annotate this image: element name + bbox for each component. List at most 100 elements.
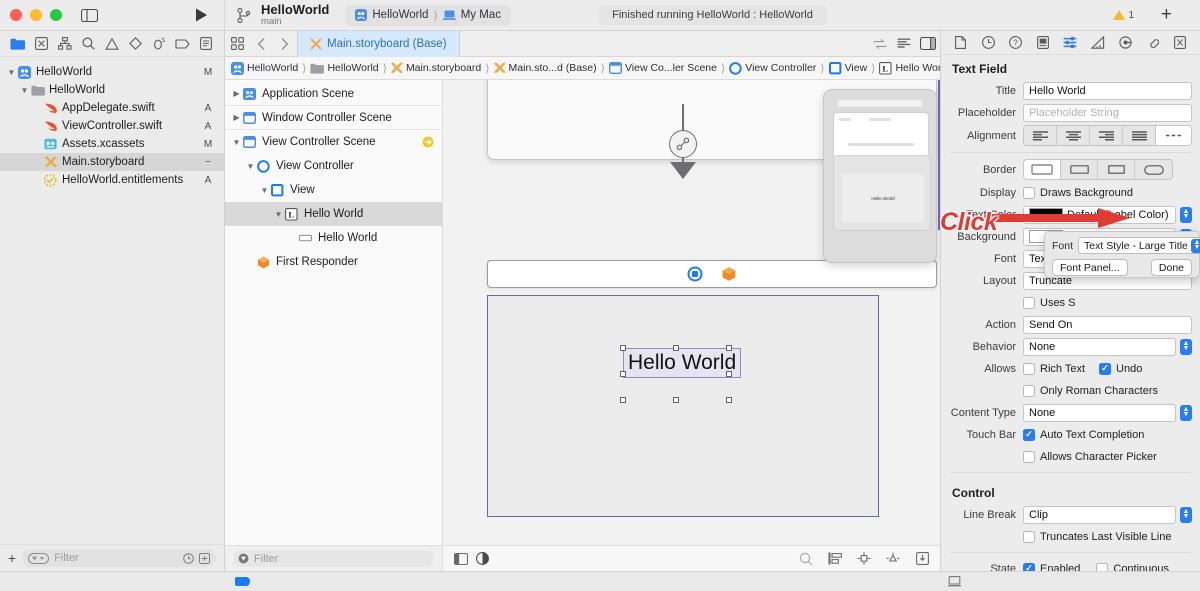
breadcrumb-item-1[interactable]: HelloWorld [310, 62, 379, 74]
continuous-checkbox[interactable]: Continuous [1096, 562, 1169, 571]
traffic-lights[interactable] [10, 9, 62, 21]
resize-handle-sw[interactable] [620, 397, 626, 403]
resolve-issues-icon[interactable] [885, 551, 901, 567]
title-input[interactable]: Hello World [1023, 81, 1192, 100]
attributes-inspector-icon[interactable] [1062, 35, 1078, 51]
breadcrumb-item-2[interactable]: Main.storyboard [391, 62, 481, 74]
undo-checkbox[interactable]: Undo [1099, 362, 1142, 375]
text-color-stepper[interactable]: ▲ ▼ [1180, 206, 1192, 223]
bindings-inspector-icon[interactable] [1145, 35, 1161, 51]
zoom-window-button[interactable] [50, 9, 62, 21]
done-button[interactable]: Done [1150, 259, 1192, 276]
disclosure-triangle-icon[interactable]: ▼ [259, 186, 270, 195]
resize-handle-nw[interactable] [620, 345, 626, 351]
disclosure-triangle-icon[interactable]: ▶ [231, 89, 242, 98]
hierarchy-icon[interactable] [56, 35, 74, 53]
checkbox-box[interactable] [1023, 530, 1035, 543]
enabled-checkbox[interactable]: Enabled [1023, 562, 1080, 571]
search-icon[interactable] [79, 35, 97, 53]
report-icon[interactable] [197, 35, 215, 53]
outline-item-view[interactable]: ▼ View [225, 178, 442, 202]
run-play-icon[interactable] [190, 5, 212, 25]
disclosure-triangle-icon[interactable]: ▼ [6, 68, 17, 77]
outline-item-application-scene[interactable]: ▶ Application Scene [225, 82, 442, 106]
disclosure-triangle-icon[interactable]: ▶ [231, 113, 242, 122]
border-rounded-icon[interactable] [1135, 160, 1172, 179]
placeholder-input[interactable]: Placeholder String [1023, 103, 1192, 122]
only-roman-checkbox[interactable]: Only Roman Characters [1023, 384, 1158, 397]
line-break-popup[interactable]: Clip [1023, 505, 1176, 524]
code-review-icon[interactable] [868, 31, 892, 57]
breakpoint-icon[interactable] [174, 35, 192, 53]
pin-icon[interactable] [856, 551, 872, 567]
checkbox-box[interactable] [1023, 362, 1035, 375]
add-editor-button[interactable]: + [1161, 4, 1172, 26]
checkbox-box[interactable] [1023, 296, 1035, 309]
file-inspector-icon[interactable] [953, 35, 969, 51]
font-style-stepper[interactable]: ▲ ▼ [1190, 238, 1200, 253]
uses-single-line-checkbox[interactable]: Uses S [1023, 296, 1075, 309]
navigator-item-helloworld-entitlements[interactable]: HelloWorld.entitlements A [0, 171, 224, 189]
storyboard-canvas[interactable]: Hello World Hello World [443, 80, 940, 545]
align-left-icon[interactable] [1024, 126, 1058, 145]
outline-toggle-icon[interactable] [453, 551, 469, 567]
identity-inspector-icon[interactable] [1035, 35, 1051, 51]
outline-item-window-controller-scene[interactable]: ▶ Window Controller Scene [225, 106, 442, 130]
content-type-stepper[interactable]: ▲ ▼ [1180, 404, 1192, 421]
behavior-popup[interactable]: None [1023, 337, 1176, 356]
navigator-item-helloworld[interactable]: ▼ HelloWorld [0, 81, 224, 99]
destination-selector[interactable]: HelloWorld ⟩ My Mac [345, 4, 511, 26]
breadcrumb-item-0[interactable]: HelloWorld [231, 61, 298, 75]
embed-icon[interactable] [914, 551, 930, 567]
draws-background-checkbox[interactable]: Draws Background [1023, 186, 1133, 199]
minimize-window-button[interactable] [30, 9, 42, 21]
expand-icon[interactable] [199, 552, 210, 564]
resize-handle-e[interactable] [726, 371, 732, 377]
outline-item-hello-world[interactable]: Hello World [225, 226, 442, 250]
breadcrumb-item-3[interactable]: Main.sto...d (Base) [493, 62, 597, 74]
document-outline-list[interactable]: ▶ Application Scene ▶ Window Controller Sce… [225, 80, 442, 545]
outline-item-view-controller-scene[interactable]: ▼ View Controller Scene [225, 130, 442, 154]
text-color-swatch[interactable] [1029, 208, 1063, 221]
checkbox-box[interactable] [1023, 384, 1035, 397]
allows-character-picker-checkbox[interactable]: Allows Character Picker [1023, 450, 1157, 463]
view-controller-scene-dock[interactable] [487, 260, 937, 288]
scheme-selector[interactable]: HelloWorld main [261, 3, 329, 27]
history-inspector-icon[interactable] [980, 35, 996, 51]
warning-icon[interactable] [103, 35, 121, 53]
disclosure-triangle-icon[interactable]: ▼ [231, 138, 242, 147]
navigator-item-viewcontroller-swift[interactable]: ViewController.swift A [0, 117, 224, 135]
checkbox-box[interactable] [1023, 562, 1035, 571]
navigator-item-assets-xcassets[interactable]: Assets.xcassets M [0, 135, 224, 153]
view-effects-icon[interactable] [1172, 35, 1188, 51]
border-line-icon[interactable] [1061, 160, 1098, 179]
align-justify-icon[interactable] [1123, 126, 1157, 145]
font-style-popup[interactable]: Text Style - Large Title ▲ ▼ [1078, 237, 1200, 254]
content-type-popup[interactable]: None [1023, 403, 1176, 422]
border-segmented-control[interactable] [1023, 159, 1173, 180]
entry-point-icon[interactable] [422, 136, 434, 148]
breakpoint-indicator-icon[interactable] [235, 577, 250, 586]
appearance-icon[interactable] [474, 551, 490, 567]
close-window-button[interactable] [10, 9, 22, 21]
align-icon[interactable] [827, 551, 843, 567]
navigator-item-main-storyboard[interactable]: Main.storyboard − [0, 153, 224, 171]
align-center-icon[interactable] [1057, 126, 1091, 145]
plus-icon[interactable]: + [8, 550, 16, 566]
outline-filter-input[interactable]: Filter [233, 550, 434, 567]
breadcrumb-item-6[interactable]: View [828, 61, 867, 75]
inspector-toggle-icon[interactable] [916, 31, 940, 57]
device-window-icon[interactable] [948, 576, 961, 587]
line-break-stepper[interactable]: ▲ ▼ [1180, 506, 1192, 523]
resize-handle-w[interactable] [620, 371, 626, 377]
activity-status[interactable]: Finished running HelloWorld : HelloWorld [598, 5, 827, 25]
breadcrumb-item-4[interactable]: View Co...ler Scene [608, 62, 717, 74]
sidebar-toggle-icon[interactable] [78, 5, 100, 25]
resize-handle-n[interactable] [673, 345, 679, 351]
root-view-rect[interactable]: Hello World [487, 295, 879, 517]
chevron-right-icon[interactable] [273, 31, 297, 57]
navigator-filter-input[interactable]: Filter [22, 549, 216, 567]
project-navigator-tree[interactable]: ▼ HelloWorld M ▼ HelloWorld AppDelegate.swift… [0, 57, 224, 544]
resize-handle-ne[interactable] [726, 345, 732, 351]
filter-scope-icon[interactable] [28, 552, 50, 564]
